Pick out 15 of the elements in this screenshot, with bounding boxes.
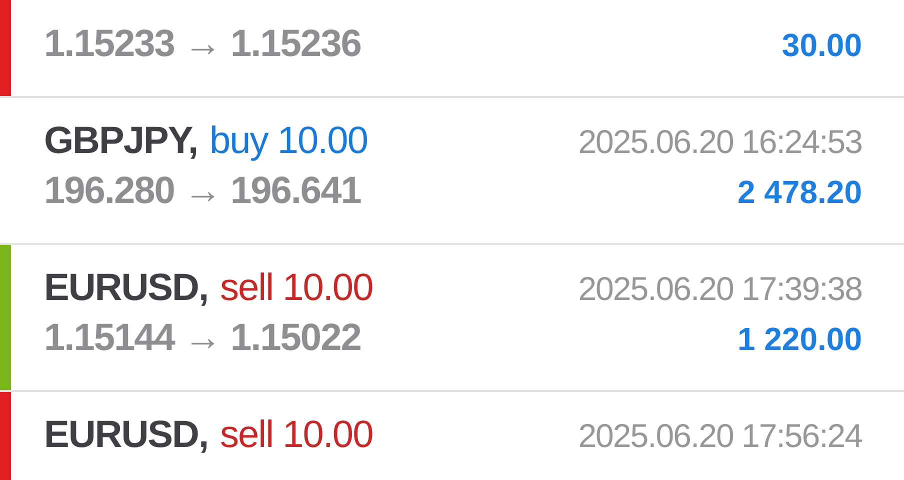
trade-prices: 1.15144 → 1.15022 [44, 317, 361, 360]
trade-time: 2025.06.20 17:56:24 [578, 417, 862, 455]
trade-prices: 1.15233 → 1.15236 [44, 23, 361, 66]
trade-symbol: GBPJPY, [44, 120, 198, 163]
trade-action: sell 10.00 [220, 267, 373, 310]
trade-symbol: EURUSD, [44, 414, 208, 457]
trade-prices: 196.280 → 196.641 [44, 170, 361, 213]
trade-action: sell 10.00 [220, 414, 373, 457]
trade-action: buy 10.00 [210, 120, 368, 163]
trade-time: 2025.06.20 16:24:53 [578, 123, 862, 161]
trade-profit: 2 478.20 [737, 174, 862, 211]
trade-profit: 1 220.00 [737, 321, 862, 358]
trade-profit: 30.00 [782, 27, 862, 64]
trade-time: 2025.06.20 17:39:38 [578, 270, 862, 308]
trade-symbol: EURUSD, [44, 267, 208, 310]
